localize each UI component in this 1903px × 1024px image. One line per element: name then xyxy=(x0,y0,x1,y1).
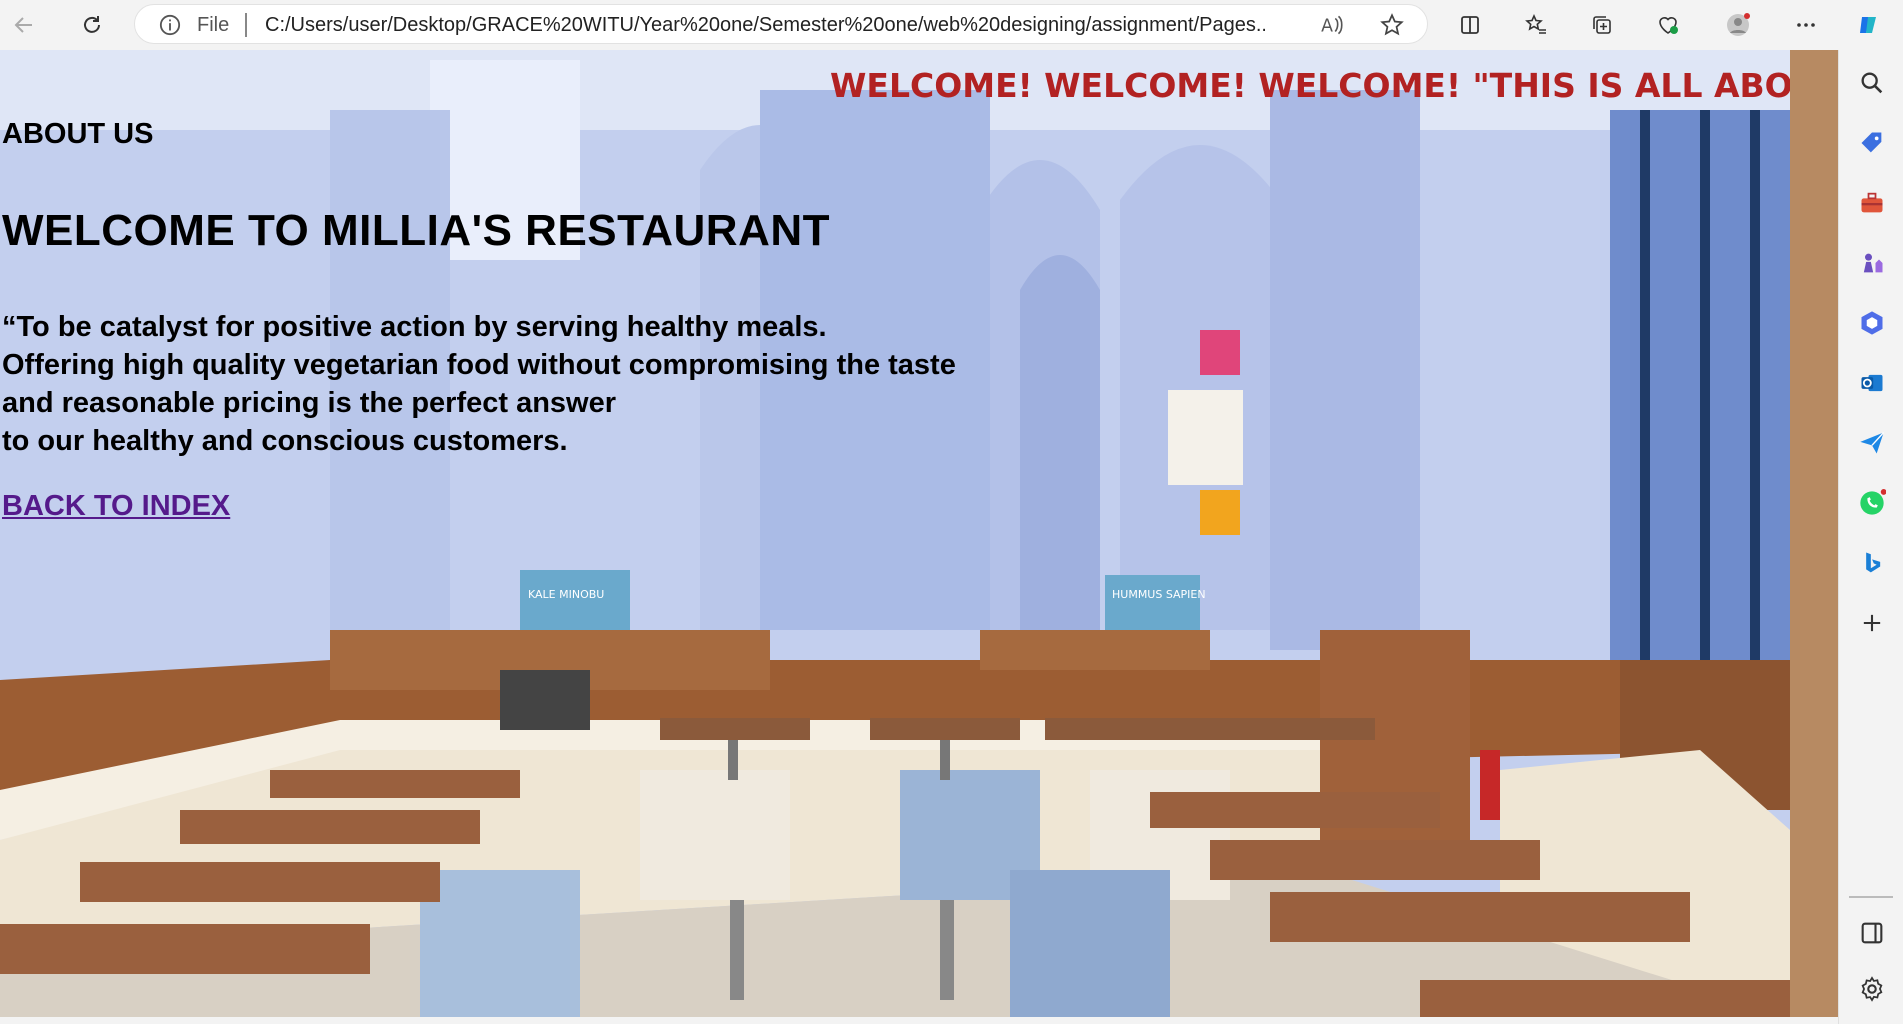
browser-toolbar: File C:/Users/user/Desktop/GRACE%20WITU/… xyxy=(0,0,1903,50)
refresh-icon[interactable] xyxy=(74,7,110,43)
add-icon[interactable] xyxy=(1857,608,1887,638)
about-us-heading: ABOUT US xyxy=(2,118,154,150)
window-bottom-edge xyxy=(0,1017,1838,1024)
mission-line: to our healthy and conscious customers. xyxy=(2,425,568,457)
bing-icon[interactable] xyxy=(1857,548,1887,578)
mission-line: Offering high quality vegetarian food wi… xyxy=(2,349,956,381)
svg-text:A: A xyxy=(1321,17,1333,37)
info-icon[interactable] xyxy=(159,14,181,36)
sidebar-divider xyxy=(1849,896,1893,898)
outlook-icon[interactable] xyxy=(1857,368,1887,398)
restaurant-title: WELCOME TO MILLIA'S RESTAURANT xyxy=(2,206,831,255)
collections-icon[interactable] xyxy=(1584,7,1620,43)
page-viewport: KALE MINOBU HUMMUS SAPIEN WELCOME! WELCO… xyxy=(0,50,1838,1017)
browser-essentials-icon[interactable] xyxy=(1650,7,1686,43)
microsoft-365-icon[interactable] xyxy=(1857,308,1887,338)
page-scrollbar[interactable] xyxy=(1790,50,1838,1017)
restaurant-background-image: KALE MINOBU HUMMUS SAPIEN xyxy=(0,50,1790,1017)
settings-gear-icon[interactable] xyxy=(1857,974,1887,1004)
more-options-icon[interactable] xyxy=(1788,7,1824,43)
copilot-icon[interactable] xyxy=(1850,7,1886,43)
games-chess-icon[interactable] xyxy=(1857,248,1887,278)
read-aloud-icon[interactable]: A xyxy=(1319,12,1345,38)
split-screen-icon[interactable] xyxy=(1452,7,1488,43)
profile-avatar-icon[interactable] xyxy=(1720,7,1756,43)
back-to-index-link[interactable]: BACK TO INDEX xyxy=(2,490,230,523)
address-bar[interactable]: File C:/Users/user/Desktop/GRACE%20WITU/… xyxy=(134,4,1428,44)
hide-sidebar-icon[interactable] xyxy=(1857,918,1887,948)
mission-statement: “To be catalyst for positive action by s… xyxy=(2,308,956,460)
mission-line: and reasonable pricing is the perfect an… xyxy=(2,387,617,419)
bag-label-hummus: HUMMUS SAPIEN xyxy=(1112,588,1206,601)
welcome-marquee: WELCOME! WELCOME! WELCOME! "THIS IS ALL … xyxy=(830,66,1790,105)
back-icon[interactable] xyxy=(6,7,42,43)
shopping-tag-icon[interactable] xyxy=(1857,128,1887,158)
mission-line: “To be catalyst for positive action by s… xyxy=(2,311,827,343)
bag-label-kale: KALE MINOBU xyxy=(528,588,604,601)
star-icon[interactable] xyxy=(1379,12,1405,38)
edge-sidebar xyxy=(1838,50,1903,1024)
search-icon[interactable] xyxy=(1857,68,1887,98)
send-drop-icon[interactable] xyxy=(1857,428,1887,458)
file-label: File xyxy=(197,14,230,36)
address-separator xyxy=(245,13,247,37)
url-text[interactable]: C:/Users/user/Desktop/GRACE%20WITU/Year%… xyxy=(265,14,1265,37)
whatsapp-icon[interactable] xyxy=(1857,488,1887,518)
favorites-icon[interactable] xyxy=(1518,7,1554,43)
tools-briefcase-icon[interactable] xyxy=(1857,188,1887,218)
